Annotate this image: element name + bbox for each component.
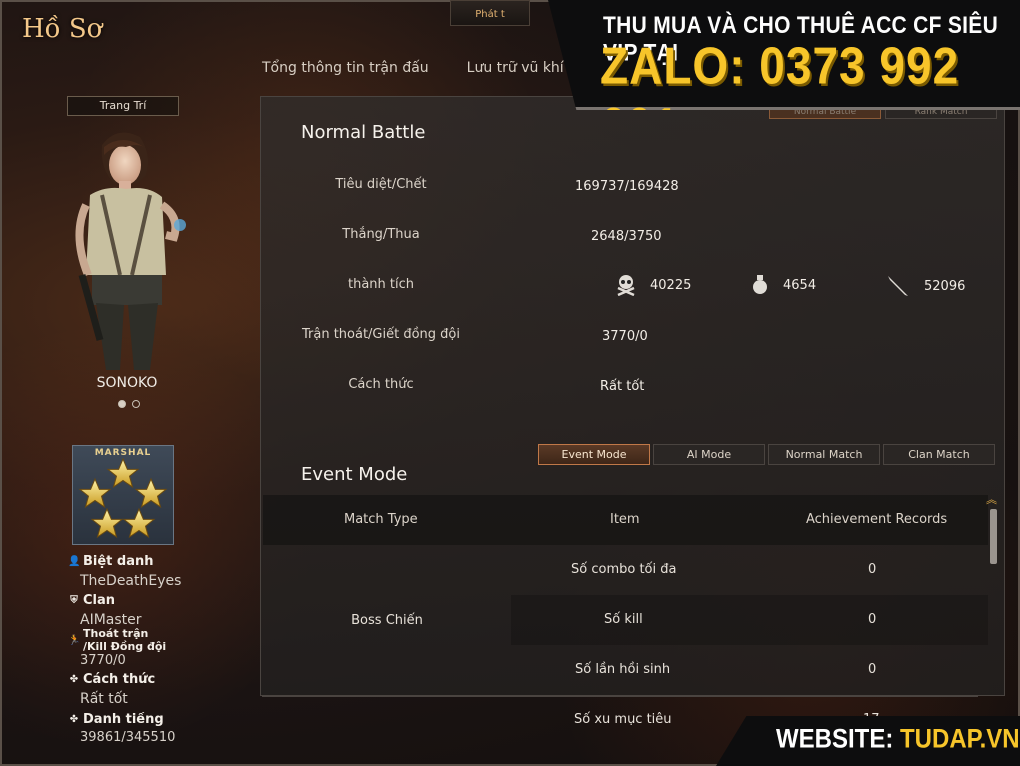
event-mode-tabs: Event Mode AI Mode Normal Match Clan Mat… <box>538 444 995 465</box>
tab-partial[interactable]: Phát t <box>450 0 530 26</box>
reputation-block: ✤ Danh tiếng 39861/345510 <box>68 712 176 742</box>
item-cell: Số combo tối đa <box>571 562 677 577</box>
tab-event-mode[interactable]: Event Mode <box>538 444 650 465</box>
normal-battle-title: Normal Battle <box>301 122 426 143</box>
divider <box>262 696 978 697</box>
item-cell: Số xu mục tiêu <box>574 712 672 727</box>
pager-dot-1[interactable] <box>118 400 126 408</box>
stat-row-kd: Tiêu diệt/Chết 169737/169428 <box>261 177 1006 197</box>
rank-stars-icon <box>79 458 167 538</box>
stat-label: Thắng/Thua <box>342 227 420 242</box>
tab-match-overview[interactable]: Tổng thông tin trận đấu <box>262 60 429 76</box>
tab-normal-match[interactable]: Normal Match <box>768 444 880 465</box>
style-value: Rất tốt <box>80 691 128 707</box>
stat-row-style: Cách thức Rất tốt <box>261 377 1006 397</box>
clover-icon: ✤ <box>69 674 79 685</box>
table-scrollbar[interactable]: ︽ <box>986 493 999 695</box>
record-cell: 0 <box>868 562 877 577</box>
stat-row-win-loss: Thắng/Thua 2648/3750 <box>261 227 1006 247</box>
window-title: Hồ Sơ <box>22 14 103 44</box>
website-banner: WEBSITE: TUDAP.VN <box>716 716 1020 766</box>
style-label: Cách thức <box>83 672 156 687</box>
stat-label: thành tích <box>347 277 414 292</box>
tab-ai-mode[interactable]: AI Mode <box>653 444 765 465</box>
achievement-kills: 40225 <box>616 274 691 296</box>
rank-badge: MARSHAL <box>72 445 174 545</box>
achievement-value: 40225 <box>650 277 692 293</box>
running-icon: 🏃 <box>68 634 81 646</box>
clan-icon: ⛨ <box>70 595 78 606</box>
event-table: Boss Chiến Số combo tối đa 0 Số kill 0 S… <box>263 545 988 695</box>
nickname-block: 👤 Biệt danh TheDeathEyes <box>68 554 181 589</box>
achievement-knife: 52096 <box>886 274 965 298</box>
table-row: Số lần hồi sinh 0 <box>511 645 988 695</box>
stats-panel: Normal Battle Rank Match Normal Battle T… <box>260 96 1005 696</box>
column-header-records: Achievement Records <box>806 512 948 527</box>
clover-icon-2: ✤ <box>69 714 79 725</box>
tab-clan-match[interactable]: Clan Match <box>883 444 995 465</box>
reputation-label: Danh tiếng <box>83 712 164 727</box>
nickname-value: TheDeathEyes <box>80 573 182 589</box>
desert-value: 3770/0 <box>80 653 126 668</box>
achievement-grenade: 4654 <box>751 274 816 296</box>
website-url[interactable]: TUDAP.VN <box>900 725 1020 755</box>
table-header: Match Type Item Achievement Records <box>263 495 988 545</box>
ad-banner: THU MUA VÀ CHO THUÊ ACC CF SIÊU VIP TẠI … <box>548 0 1020 110</box>
clan-label: Clan <box>83 593 116 608</box>
record-cell: 0 <box>868 612 877 627</box>
character-pager <box>118 400 140 408</box>
table-row: Số kill 0 <box>511 595 988 645</box>
reputation-value: 39861/345510 <box>80 730 176 742</box>
scroll-thumb[interactable] <box>990 509 997 564</box>
match-type-cell: Boss Chiến <box>351 612 423 628</box>
pager-dot-2[interactable] <box>132 400 140 408</box>
knife-icon <box>888 276 908 296</box>
grenade-icon <box>753 275 767 294</box>
clan-block: ⛨ Clan AIMaster <box>68 593 142 628</box>
nickname-label: Biệt danh <box>83 554 154 569</box>
record-cell: 0 <box>868 662 877 677</box>
character-name: SONOKO <box>96 375 158 391</box>
scroll-up-icon[interactable]: ︽ <box>986 491 997 507</box>
column-header-item: Item <box>610 512 640 527</box>
website-label: WEBSITE: <box>776 724 894 755</box>
character-portrait <box>75 132 186 370</box>
desert-label-1: Thoát trận <box>83 627 149 640</box>
table-row: Số combo tối đa 0 <box>511 545 988 595</box>
top-tab-bar: Tổng thông tin trận đấu Lưu trữ vũ khí <box>262 60 564 76</box>
stat-row-desert: Trận thoát/Giết đồng đội 3770/0 <box>261 327 1006 347</box>
skull-icon <box>617 275 635 296</box>
stat-label: Tiêu diệt/Chết <box>335 177 427 192</box>
stat-value: 3770/0 <box>602 329 648 344</box>
desert-label-2: /Kill Đồng đội <box>83 640 167 653</box>
decoration-button[interactable]: Trang Trí <box>67 96 179 116</box>
tab-weapon-storage[interactable]: Lưu trữ vũ khí <box>467 60 564 76</box>
style-block: ✤ Cách thức Rất tốt <box>68 672 155 707</box>
stat-value: 2648/3750 <box>591 229 662 244</box>
desert-block: 🏃 Thoát trận/Kill Đồng đội 3770/0 <box>68 627 166 668</box>
achievement-value: 52096 <box>924 278 966 294</box>
stat-value: 169737/169428 <box>575 179 679 194</box>
stat-label: Cách thức <box>348 377 414 392</box>
column-header-match-type: Match Type <box>344 512 418 527</box>
stat-row-achievements: thành tích 40225 4654 52096 <box>261 274 1006 298</box>
achievement-value: 4654 <box>783 277 817 293</box>
clan-value: AIMaster <box>80 612 142 628</box>
rank-label: MARSHAL <box>94 448 152 458</box>
stat-value: Rất tốt <box>600 379 645 394</box>
item-cell: Số lần hồi sinh <box>575 662 671 677</box>
user-icon: 👤 <box>68 556 81 567</box>
event-mode-title: Event Mode <box>301 464 408 485</box>
stat-label: Trận thoát/Giết đồng đội <box>301 327 460 342</box>
item-cell: Số kill <box>604 612 643 627</box>
